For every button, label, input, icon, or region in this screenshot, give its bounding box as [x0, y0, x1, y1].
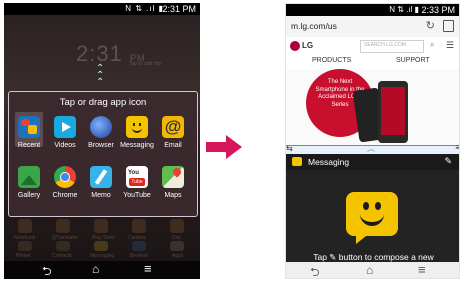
status-bar: N ⇅ .ıl ▮ 2:33 PM [286, 4, 459, 16]
nav-support[interactable]: SUPPORT [396, 57, 430, 64]
app-label: YouTube [123, 192, 151, 199]
memo-icon [90, 166, 112, 188]
browser-icon [90, 116, 112, 138]
navigation-bar: ⮌ ⌂ ≡ [4, 261, 200, 279]
playstore-bg-icon [94, 219, 108, 233]
app-label: Browser [88, 142, 114, 149]
site-search-input[interactable]: SEARCH LG.COM [360, 40, 424, 53]
left-phone-screenshot: N ⇅ .ıl ▮ 2:31 PM 2:31 PM Tap to add cit… [4, 3, 200, 279]
app-recent[interactable]: Recent [11, 116, 47, 149]
phone-image [378, 81, 408, 143]
chevron-up-icon[interactable]: ︿ [367, 143, 375, 154]
app-label: Videos [54, 142, 76, 149]
app-chrome[interactable]: Chrome [47, 166, 83, 199]
messaging-icon [126, 116, 148, 138]
back-icon[interactable]: ⮌ [310, 263, 320, 278]
home-icon[interactable]: ⌂ [366, 263, 373, 277]
url-field[interactable]: m.lg.com/us [291, 21, 337, 31]
status-icons: N ⇅ .ıl ▮ [125, 4, 164, 13]
chrome-icon [54, 166, 76, 188]
apps-bg-icon [170, 241, 184, 251]
weather-hint[interactable]: Tap to add city [129, 61, 161, 67]
app-memo[interactable]: Memo [83, 166, 119, 199]
app-email[interactable]: @ Email [155, 116, 191, 149]
app-label: Chrome [52, 192, 78, 199]
gallery-icon [18, 166, 40, 188]
app-label: Gallery [17, 192, 41, 199]
phone-bg-icon [18, 241, 32, 251]
lg-logo-icon[interactable] [290, 41, 300, 51]
panel-title: Tap or drag app icon [59, 97, 147, 108]
divider-menu-icon[interactable]: ≡ [455, 143, 459, 152]
nav-products[interactable]: PRODUCTS [312, 57, 351, 64]
dual-window-app-panel: Tap or drag app icon Recent Videos Brows… [8, 91, 198, 217]
messaging-empty-state: Tap ✎ button to compose a new message [286, 170, 459, 272]
switch-windows-icon[interactable]: ⇆ [286, 144, 293, 153]
menu-icon[interactable]: ≡ [418, 262, 426, 277]
lg-logo-text: LG [302, 41, 314, 50]
bg-label: Browser [130, 253, 149, 259]
browser-bg-icon [132, 241, 146, 251]
messaging-header: Messaging ✎ [286, 154, 459, 170]
bg-label: Messaging [90, 253, 115, 259]
reload-icon[interactable]: ↻ [426, 19, 435, 32]
bg-label: Contacts [52, 253, 72, 259]
messaging-title: Messaging [308, 157, 350, 167]
menu-icon[interactable]: ≡ [144, 261, 152, 276]
app-messaging[interactable]: Messaging [119, 116, 155, 149]
status-bar: N ⇅ .ıl ▮ 2:31 PM [4, 3, 200, 15]
maps-icon [162, 166, 184, 188]
app-label: Recent [17, 142, 41, 149]
right-arrow-icon [206, 135, 242, 159]
messaging-icon [292, 157, 302, 166]
compose-icon[interactable]: ✎ [444, 156, 452, 167]
email-icon: @ [162, 116, 184, 138]
app-browser[interactable]: Browser [83, 116, 119, 149]
site-nav: PRODUCTS SUPPORT [286, 55, 459, 70]
swipe-up-hint-icon: ⌃ ⌃ ⌃ [96, 63, 105, 88]
app-maps[interactable]: Maps [155, 166, 191, 199]
camera-bg-icon [132, 219, 146, 233]
dial-bg-icon [170, 219, 184, 233]
messaging-bg-icon [94, 241, 108, 251]
navigation-bar: ⮌ ⌂ ≡ [286, 262, 459, 278]
app-label: Messaging [120, 142, 154, 149]
videos-icon [54, 116, 76, 138]
search-placeholder: SEARCH LG.COM [364, 42, 406, 48]
recent-icon [18, 116, 40, 138]
app-videos[interactable]: Videos [47, 116, 83, 149]
app-label: Memo [91, 192, 111, 199]
compose-hint: Tap ✎ button to compose a new [313, 252, 434, 262]
app-label: Maps [164, 192, 182, 199]
site-header: LG SEARCH LG.COM ⌕ ☰ [286, 37, 459, 55]
smiley-bubble-icon [346, 192, 398, 244]
tabs-icon[interactable] [443, 20, 454, 32]
app-gallery[interactable]: Gallery [11, 166, 47, 199]
contacts-bg-icon [56, 241, 70, 251]
status-time: 2:33 PM [421, 5, 455, 15]
status-icons: N ⇅ .ıl ▮ [389, 5, 419, 14]
status-time: 2:31 PM [162, 4, 196, 14]
bg-label: Apps [172, 253, 184, 259]
hamburger-menu-icon[interactable]: ☰ [446, 40, 454, 51]
qtranslator-bg-icon [56, 219, 70, 233]
promo-banner[interactable]: The Next Smartphone in the Acclaimed LG … [286, 69, 459, 147]
youtube-icon: You Tube [126, 166, 148, 188]
bg-label: Phone [16, 253, 31, 259]
browser-address-bar: m.lg.com/us ↻ [286, 16, 459, 38]
right-phone-screenshot: N ⇅ .ıl ▮ 2:33 PM m.lg.com/us ↻ LG SEARC… [285, 3, 460, 279]
search-icon[interactable]: ⌕ [430, 40, 434, 50]
back-icon[interactable]: ⮌ [42, 262, 52, 279]
app-label: Email [164, 142, 182, 149]
app-youtube[interactable]: You Tube YouTube [119, 166, 155, 199]
notebook-bg-icon [18, 219, 32, 233]
home-icon[interactable]: ⌂ [92, 262, 99, 276]
